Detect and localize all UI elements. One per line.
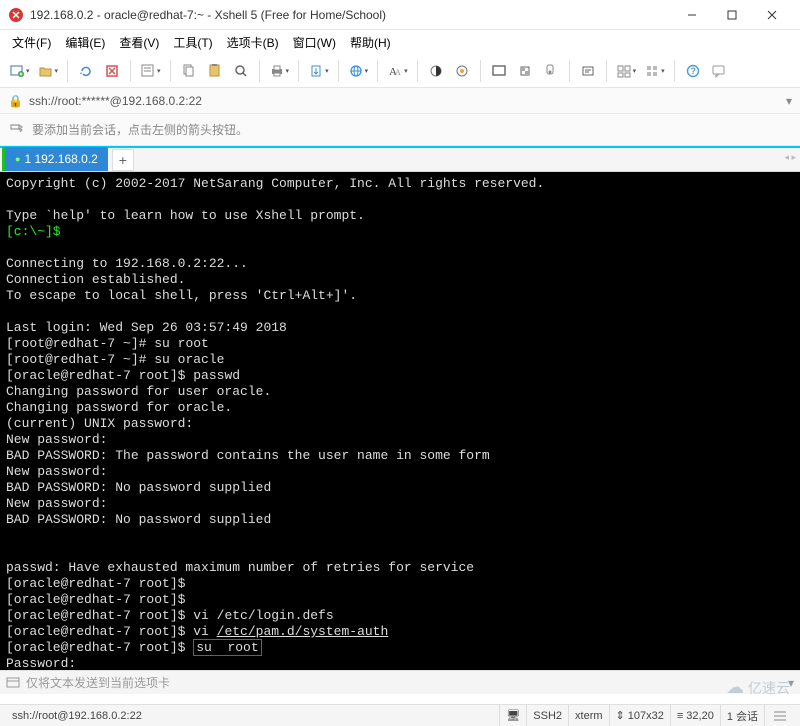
- new-tab-button[interactable]: +: [112, 149, 134, 171]
- status-sessions: 1 会话: [720, 705, 764, 726]
- address-bar: 🔒 ssh://root:******@192.168.0.2:22 ▾: [0, 88, 800, 114]
- watermark: ☁ 亿速云: [726, 677, 790, 698]
- send-target-icon[interactable]: [6, 676, 20, 690]
- title-bar: 192.168.0.2 - oracle@redhat-7:~ - Xshell…: [0, 0, 800, 30]
- transparency-button[interactable]: [513, 58, 537, 84]
- print-button[interactable]: ▾: [266, 58, 293, 84]
- menu-view[interactable]: 查看(V): [113, 32, 165, 53]
- find-button[interactable]: [229, 58, 253, 84]
- always-on-top-button[interactable]: [539, 58, 563, 84]
- session-tab[interactable]: ● 1 192.168.0.2: [2, 147, 108, 171]
- open-button[interactable]: ▾: [35, 58, 62, 84]
- transfer-button[interactable]: ▾: [305, 58, 332, 84]
- minimize-button[interactable]: [672, 1, 712, 29]
- menu-tabs[interactable]: 选项卡(B): [221, 32, 285, 53]
- tab-bar: ● 1 192.168.0.2 + ◂ ▸: [0, 146, 800, 172]
- status-monitor-icon: 🖥: [499, 705, 526, 726]
- hint-bar: 要添加当前会话，点击左侧的箭头按钮。: [0, 114, 800, 146]
- copy-button[interactable]: [177, 58, 201, 84]
- app-icon: [8, 7, 24, 23]
- svg-text:?: ?: [690, 66, 696, 76]
- disconnect-button[interactable]: [100, 58, 124, 84]
- menu-help[interactable]: 帮助(H): [344, 32, 397, 53]
- globe-button[interactable]: ▾: [345, 58, 372, 84]
- tab-status-dot-icon: ●: [15, 154, 20, 164]
- status-address: ssh://root@192.168.0.2:22: [6, 705, 499, 726]
- status-bar: ssh://root@192.168.0.2:22 🖥 SSH2 xterm ⇕…: [0, 704, 800, 726]
- status-cursor-pos: ≡32,20: [670, 705, 720, 726]
- close-button[interactable]: [752, 1, 792, 29]
- tab-label: 1 192.168.0.2: [24, 152, 97, 166]
- chevron-down-icon: ▾: [26, 67, 30, 75]
- color-scheme-button[interactable]: [424, 58, 448, 84]
- reconnect-button[interactable]: [74, 58, 98, 84]
- send-text-bar: 仅将文本发送到当前选项卡 ▾: [0, 670, 800, 694]
- help-button[interactable]: ?: [681, 58, 705, 84]
- status-menu-icon[interactable]: [764, 705, 794, 726]
- menu-tools[interactable]: 工具(T): [167, 32, 218, 53]
- menu-bar: 文件(F) 编辑(E) 查看(V) 工具(T) 选项卡(B) 窗口(W) 帮助(…: [0, 30, 800, 54]
- status-term: xterm: [568, 705, 609, 726]
- menu-edit[interactable]: 编辑(E): [59, 32, 111, 53]
- window-title: 192.168.0.2 - oracle@redhat-7:~ - Xshell…: [30, 8, 672, 22]
- chat-icon[interactable]: [707, 58, 731, 84]
- address-dropdown-icon[interactable]: ▾: [786, 94, 792, 108]
- watermark-text: 亿速云: [748, 678, 790, 698]
- lock-icon: 🔒: [8, 94, 23, 108]
- paste-button[interactable]: [203, 58, 227, 84]
- script-button[interactable]: [576, 58, 600, 84]
- tab-nav-arrows[interactable]: ◂ ▸: [784, 152, 796, 163]
- font-button[interactable]: AA▾: [384, 58, 411, 84]
- layout-button[interactable]: ▾: [613, 58, 640, 84]
- menu-file[interactable]: 文件(F): [6, 32, 57, 53]
- cloud-icon: ☁: [726, 677, 744, 698]
- fullscreen-button[interactable]: [487, 58, 511, 84]
- tile-button[interactable]: ▾: [641, 58, 668, 84]
- new-session-button[interactable]: ▾: [6, 58, 33, 84]
- terminal-output[interactable]: Copyright (c) 2002-2017 NetSarang Comput…: [0, 172, 800, 670]
- address-text[interactable]: ssh://root:******@192.168.0.2:22: [29, 94, 780, 108]
- send-placeholder[interactable]: 仅将文本发送到当前选项卡: [26, 674, 782, 691]
- add-session-arrow-icon[interactable]: [8, 122, 24, 138]
- highlight-button[interactable]: [450, 58, 474, 84]
- hint-text: 要添加当前会话，点击左侧的箭头按钮。: [32, 121, 248, 138]
- menu-window[interactable]: 窗口(W): [287, 32, 342, 53]
- properties-button[interactable]: ▾: [137, 58, 164, 84]
- maximize-button[interactable]: [712, 1, 752, 29]
- svg-text:A: A: [395, 68, 401, 77]
- toolbar: ▾ ▾ ▾ ▾ ▾ ▾ AA▾ ▾ ▾ ?: [0, 54, 800, 88]
- status-size: ⇕107x32: [609, 705, 670, 726]
- status-protocol: SSH2: [526, 705, 568, 726]
